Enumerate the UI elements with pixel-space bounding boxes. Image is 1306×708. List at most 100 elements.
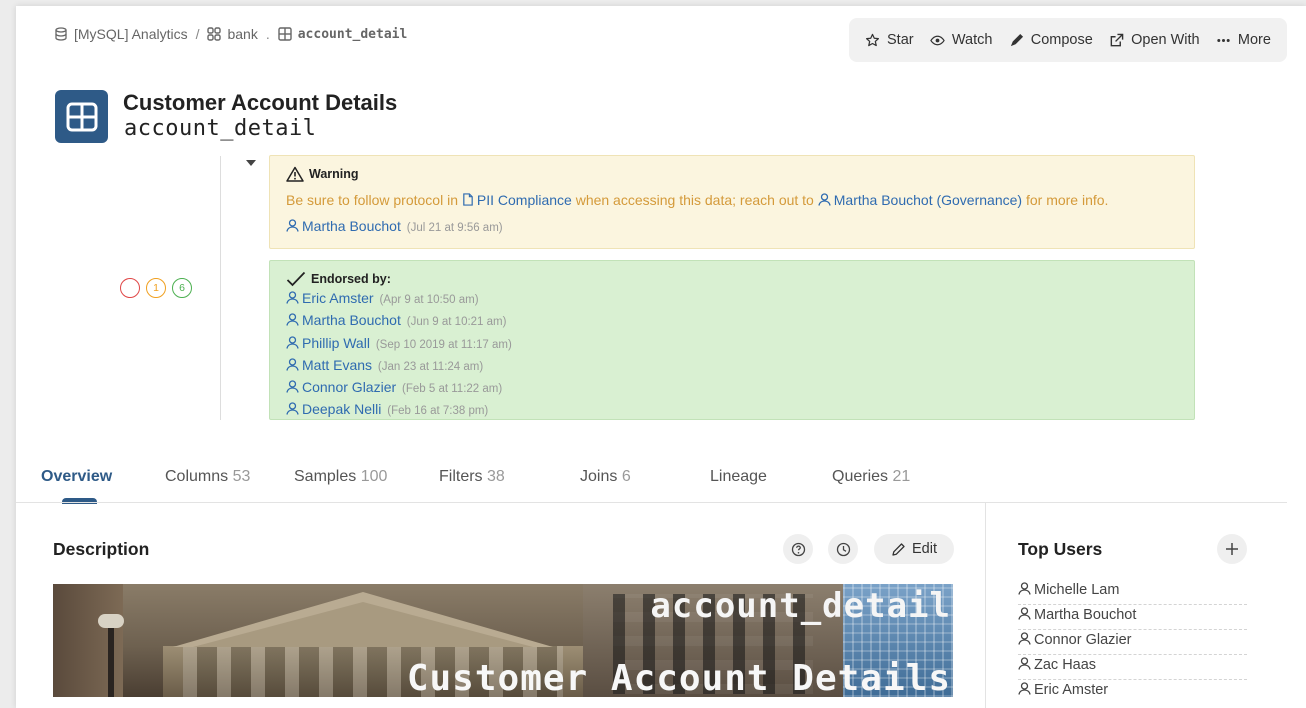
warning-author-link[interactable]: Martha Bouchot	[286, 218, 401, 234]
add-top-user-button[interactable]	[1217, 534, 1247, 564]
endorser-row: Matt Evans (Jan 23 at 11:24 am)	[286, 355, 1178, 377]
pii-compliance-label: PII Compliance	[476, 192, 572, 208]
endorser-link[interactable]: Phillip Wall	[286, 335, 370, 351]
endorser-row: Martha Bouchot (Jun 9 at 10:21 am)	[286, 310, 1178, 332]
open-with-button[interactable]: Open With	[1109, 32, 1200, 48]
edit-button[interactable]: Edit	[874, 534, 954, 564]
warning-text: Be sure to follow protocol in PII Compli…	[286, 192, 1178, 208]
top-user-name: Zac Haas	[1034, 657, 1097, 673]
more-dots-icon	[1217, 38, 1230, 42]
person-icon	[286, 358, 299, 371]
tab-bar: Overview Columns 53 Samples 100 Filters …	[41, 464, 1287, 504]
endorser-time: (Jan 23 at 11:24 am)	[377, 360, 484, 373]
description-title: Description	[53, 539, 150, 559]
compose-button[interactable]: Compose	[1009, 32, 1093, 48]
tab-count: 53	[232, 468, 251, 485]
compose-label: Compose	[1030, 32, 1093, 48]
more-button[interactable]: More	[1216, 32, 1271, 48]
tab-queries[interactable]: Queries 21	[832, 468, 910, 486]
description-banner-image: account_detail Customer Account Details	[53, 584, 953, 697]
endorser-row: Connor Glazier (Feb 5 at 11:22 am)	[286, 377, 1178, 399]
endorser-name: Eric Amster	[302, 290, 374, 306]
person-icon	[286, 402, 299, 416]
endorser-row: Phillip Wall (Sep 10 2019 at 11:17 am)	[286, 333, 1178, 355]
warning-text-middle: when accessing this data; reach out to	[571, 192, 818, 208]
tab-count: 100	[360, 468, 388, 485]
endorser-name: Phillip Wall	[302, 334, 370, 351]
top-user-item[interactable]: Connor Glazier	[1018, 630, 1247, 655]
tab-label: Filters	[439, 468, 483, 485]
tab-columns[interactable]: Columns 53	[165, 468, 250, 486]
breadcrumb-schema[interactable]: bank	[227, 26, 257, 42]
banner-table-name: account_detail	[650, 586, 951, 626]
endorser-link[interactable]: Connor Glazier	[286, 379, 396, 395]
clock-icon	[836, 542, 850, 556]
governance-person-label: Martha Bouchot (Governance)	[833, 192, 1023, 208]
person-icon	[286, 380, 299, 393]
pen-icon	[1010, 33, 1023, 46]
warning-heading: Warning	[309, 167, 359, 181]
person-icon	[818, 193, 831, 206]
endorser-time: (Apr 9 at 10:50 am)	[379, 294, 479, 306]
endorser-time: (Feb 5 at 11:22 am)	[402, 383, 503, 396]
tabs-divider	[16, 502, 1287, 503]
toolbar: Star Watch Compose Open With More	[849, 18, 1287, 62]
star-icon	[865, 33, 880, 46]
endorser-link[interactable]: Martha Bouchot	[286, 312, 401, 328]
green-counter[interactable]: 6	[172, 278, 192, 298]
endorser-name: Deepak Nelli	[302, 401, 382, 418]
tab-count: 6	[621, 468, 631, 485]
tab-label: Queries	[832, 468, 889, 485]
active-tab-indicator	[62, 498, 97, 504]
top-user-item[interactable]: Michelle Lam	[1018, 580, 1247, 605]
red-counter[interactable]	[120, 278, 140, 298]
tab-samples[interactable]: Samples 100	[294, 468, 387, 486]
timeline-line	[220, 156, 221, 420]
watch-button[interactable]: Watch	[930, 32, 992, 48]
top-user-name: Michelle Lam	[1034, 582, 1120, 598]
endorser-link[interactable]: Deepak Nelli	[286, 401, 381, 417]
external-link-icon	[1110, 33, 1124, 46]
endorser-time: (Feb 16 at 7:38 pm)	[387, 405, 489, 418]
tab-overview[interactable]: Overview	[41, 468, 112, 486]
warning-author-name: Martha Bouchot	[302, 218, 401, 234]
endorser-name: Connor Glazier	[302, 379, 397, 396]
tab-filters[interactable]: Filters 38	[439, 468, 505, 486]
person-icon	[1018, 632, 1031, 645]
top-user-item[interactable]: Martha Bouchot	[1018, 605, 1247, 630]
top-users-title: Top Users	[1018, 539, 1103, 559]
breadcrumb-database[interactable]: [MySQL] Analytics	[74, 26, 188, 42]
top-user-item[interactable]: Eric Amster	[1018, 680, 1247, 705]
pii-compliance-link[interactable]: PII Compliance	[462, 192, 572, 208]
tab-label: Lineage	[710, 468, 767, 485]
help-icon	[791, 542, 805, 556]
star-button[interactable]: Star	[865, 32, 914, 48]
orange-counter[interactable]: 1	[146, 278, 166, 298]
endorser-link[interactable]: Matt Evans	[286, 357, 372, 373]
history-button[interactable]	[828, 534, 858, 564]
tab-lineage[interactable]: Lineage	[710, 468, 767, 486]
person-icon	[286, 291, 299, 304]
endorser-link[interactable]: Eric Amster	[286, 290, 374, 306]
warning-text-before: Be sure to follow protocol in	[286, 192, 462, 208]
page-subtitle: account_detail	[124, 116, 317, 141]
person-icon	[286, 219, 299, 232]
tab-joins[interactable]: Joins 6	[580, 468, 631, 486]
breadcrumb-separator: /	[195, 26, 200, 42]
top-user-item[interactable]: Zac Haas	[1018, 655, 1247, 680]
person-icon	[1018, 682, 1031, 695]
person-icon	[1018, 607, 1031, 620]
page-title: Customer Account Details	[123, 90, 398, 115]
more-label: More	[1237, 32, 1271, 48]
endorsement-heading: Endorsed by:	[311, 272, 391, 286]
governance-person-link[interactable]: Martha Bouchot (Governance)	[818, 192, 1022, 208]
endorser-time: (Sep 10 2019 at 11:17 am)	[375, 338, 512, 351]
person-icon	[286, 335, 299, 349]
endorser-name: Martha Bouchot	[302, 312, 401, 329]
collapse-caret-icon[interactable]	[246, 160, 256, 166]
warning-box: Warning Be sure to follow protocol in PI…	[269, 155, 1195, 249]
tab-label: Samples	[294, 468, 357, 485]
help-button[interactable]	[783, 534, 813, 564]
status-counters: 1 6	[120, 278, 192, 298]
database-icon	[55, 27, 67, 41]
